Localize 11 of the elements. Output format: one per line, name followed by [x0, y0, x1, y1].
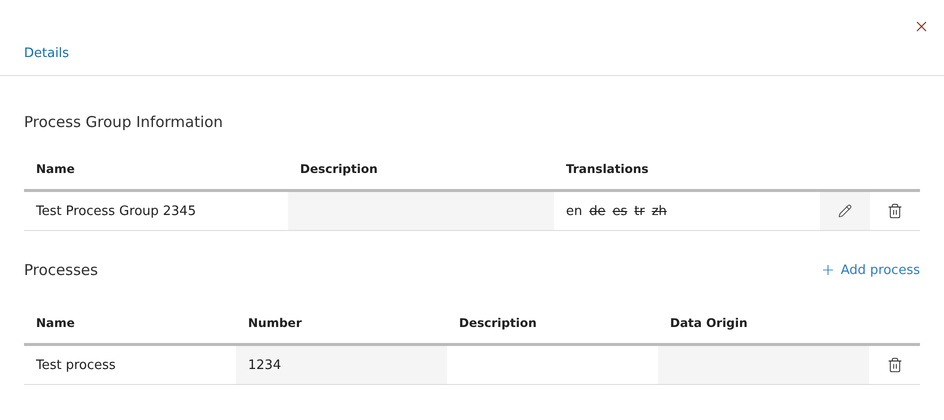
add-process-button[interactable]: Add process	[820, 262, 920, 278]
language-code: es	[612, 204, 628, 218]
language-code: tr	[634, 204, 645, 218]
edit-button[interactable]	[836, 202, 854, 220]
section-title: Processes	[24, 261, 98, 279]
section-title: Process Group Information	[24, 113, 224, 131]
language-code: de	[589, 204, 606, 218]
language-code: en	[566, 204, 582, 218]
language-code: zh	[652, 204, 667, 218]
table-cell: 1234	[236, 346, 447, 385]
details-tab[interactable]: Details	[24, 46, 70, 75]
